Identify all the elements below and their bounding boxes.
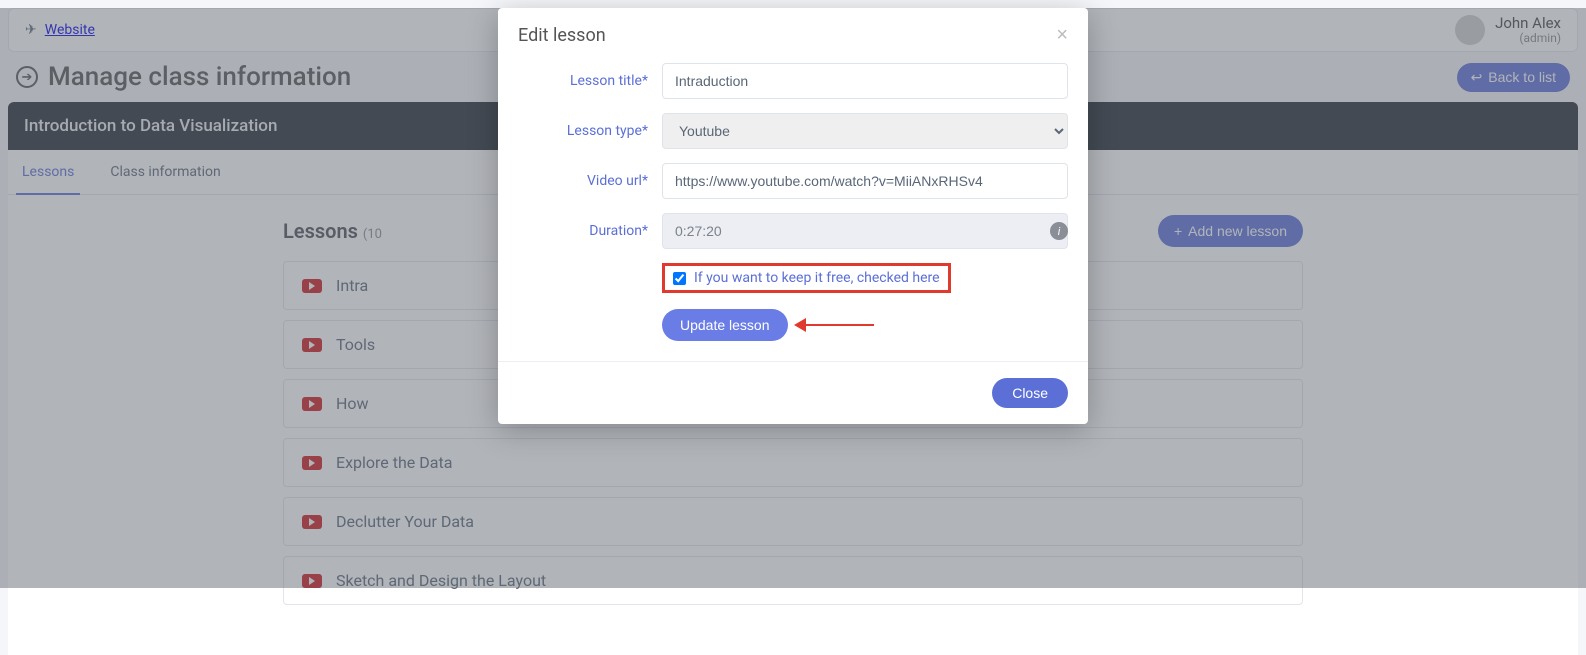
edit-lesson-modal: Edit lesson × Lesson title* Lesson type*… [498,8,1088,424]
duration-label: Duration* [518,223,648,239]
free-checkbox-row: If you want to keep it free, checked her… [662,263,951,293]
video-url-input[interactable] [662,163,1068,199]
info-icon[interactable]: i [1050,222,1068,240]
close-button[interactable]: Close [992,378,1068,408]
video-url-label: Video url* [518,173,648,189]
update-lesson-button[interactable]: Update lesson [662,309,788,341]
modal-overlay: Edit lesson × Lesson title* Lesson type*… [0,8,1586,588]
free-checkbox-label[interactable]: If you want to keep it free, checked her… [694,270,940,286]
modal-close-x[interactable]: × [1056,24,1068,47]
lesson-title-input[interactable] [662,63,1068,99]
lesson-title-label: Lesson title* [518,73,648,89]
annotation-arrow [804,324,874,326]
free-checkbox[interactable] [673,272,686,285]
lesson-type-label: Lesson type* [518,123,648,139]
duration-input [662,213,1068,249]
modal-title: Edit lesson [518,25,606,46]
lesson-type-select[interactable]: Youtube [662,113,1068,149]
